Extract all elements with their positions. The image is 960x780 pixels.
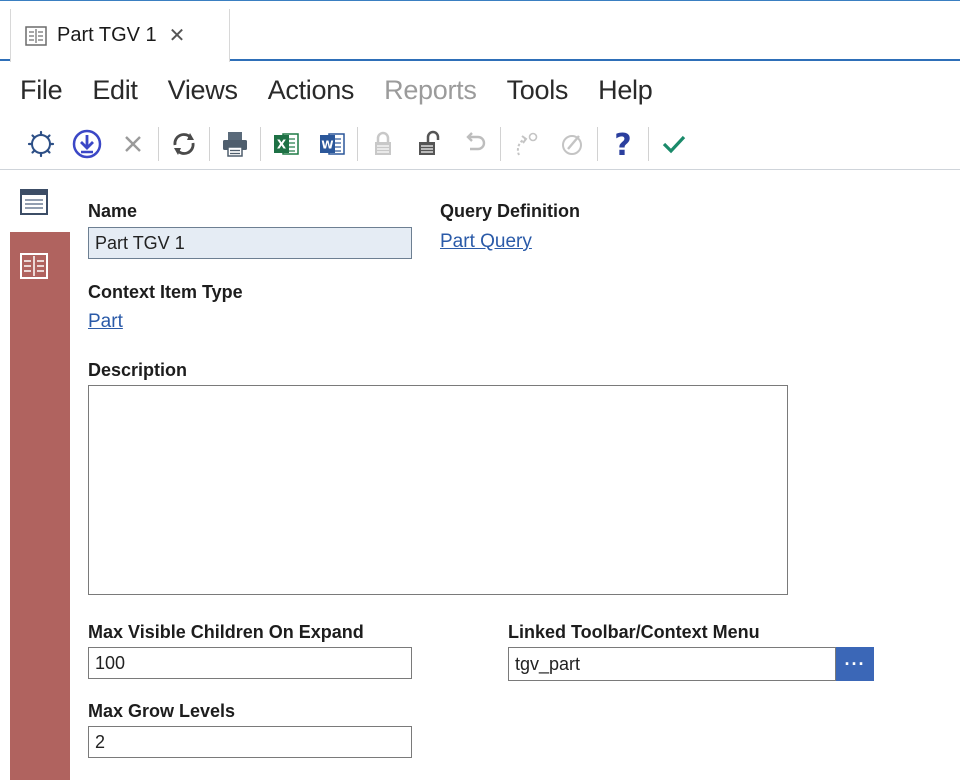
menu-actions[interactable]: Actions	[268, 75, 355, 106]
menu-views[interactable]: Views	[168, 75, 238, 106]
delete-icon[interactable]	[110, 121, 156, 167]
query-definition-label: Query Definition	[440, 201, 581, 221]
description-label: Description	[88, 360, 188, 380]
menu-help[interactable]: Help	[598, 75, 653, 106]
linked-toolbar-field[interactable]	[508, 647, 836, 681]
name-field[interactable]	[88, 227, 412, 259]
description-field[interactable]	[88, 385, 788, 595]
svg-text:W: W	[321, 138, 333, 151]
unlock-icon[interactable]	[406, 121, 452, 167]
context-item-type-link[interactable]: Part	[88, 311, 123, 333]
edit-icon[interactable]	[549, 121, 595, 167]
menu-reports[interactable]: Reports	[384, 75, 477, 106]
svg-text:?: ?	[614, 128, 631, 160]
query-definition-link[interactable]: Part Query	[440, 231, 532, 253]
export-word-icon[interactable]: W	[309, 121, 355, 167]
toolbar-separator	[357, 126, 358, 161]
menu-tools[interactable]: Tools	[507, 75, 569, 106]
form-view-icon[interactable]	[20, 189, 48, 220]
svg-text:X: X	[277, 137, 287, 151]
toolbar-separator	[597, 126, 598, 161]
menu-bar: File Edit Views Actions Reports Tools He…	[0, 63, 960, 118]
menu-edit[interactable]: Edit	[92, 75, 138, 106]
lock-icon[interactable]	[360, 121, 406, 167]
help-icon[interactable]: ?	[600, 121, 646, 167]
toolbar-separator	[260, 126, 261, 161]
redo-icon[interactable]	[503, 121, 549, 167]
new-icon[interactable]	[18, 121, 64, 167]
relationships-icon[interactable]	[20, 253, 48, 284]
item-form-icon	[25, 25, 47, 46]
max-grow-levels-label: Max Grow Levels	[88, 701, 236, 721]
export-excel-icon[interactable]: X	[263, 121, 309, 167]
toolbar-separator	[648, 126, 649, 161]
done-icon[interactable]	[651, 121, 697, 167]
max-grow-levels-field[interactable]	[88, 726, 412, 758]
context-item-type-label: Context Item Type	[88, 282, 243, 302]
left-rail	[0, 171, 70, 780]
toolbar-separator	[209, 126, 210, 161]
tab-title: Part TGV 1	[57, 24, 157, 46]
tab-part-tgv-1[interactable]: Part TGV 1 ✕	[10, 9, 230, 62]
name-label: Name	[88, 201, 138, 221]
toolbar-separator	[500, 126, 501, 161]
ellipsis-icon[interactable]: ···	[836, 647, 874, 681]
tab-strip: Part TGV 1 ✕	[0, 0, 960, 62]
toolbar-separator	[158, 126, 159, 161]
menu-file[interactable]: File	[20, 75, 63, 106]
max-visible-children-field[interactable]	[88, 647, 412, 679]
max-visible-children-label: Max Visible Children On Expand	[88, 622, 364, 642]
refresh-icon[interactable]	[161, 121, 207, 167]
undo-icon[interactable]	[452, 121, 498, 167]
save-icon[interactable]	[64, 121, 110, 167]
toolbar: X W ?	[0, 118, 960, 170]
close-icon[interactable]: ✕	[169, 26, 186, 46]
print-icon[interactable]	[212, 121, 258, 167]
relationships-rail	[10, 232, 70, 780]
linked-toolbar-label: Linked Toolbar/Context Menu	[508, 622, 760, 642]
